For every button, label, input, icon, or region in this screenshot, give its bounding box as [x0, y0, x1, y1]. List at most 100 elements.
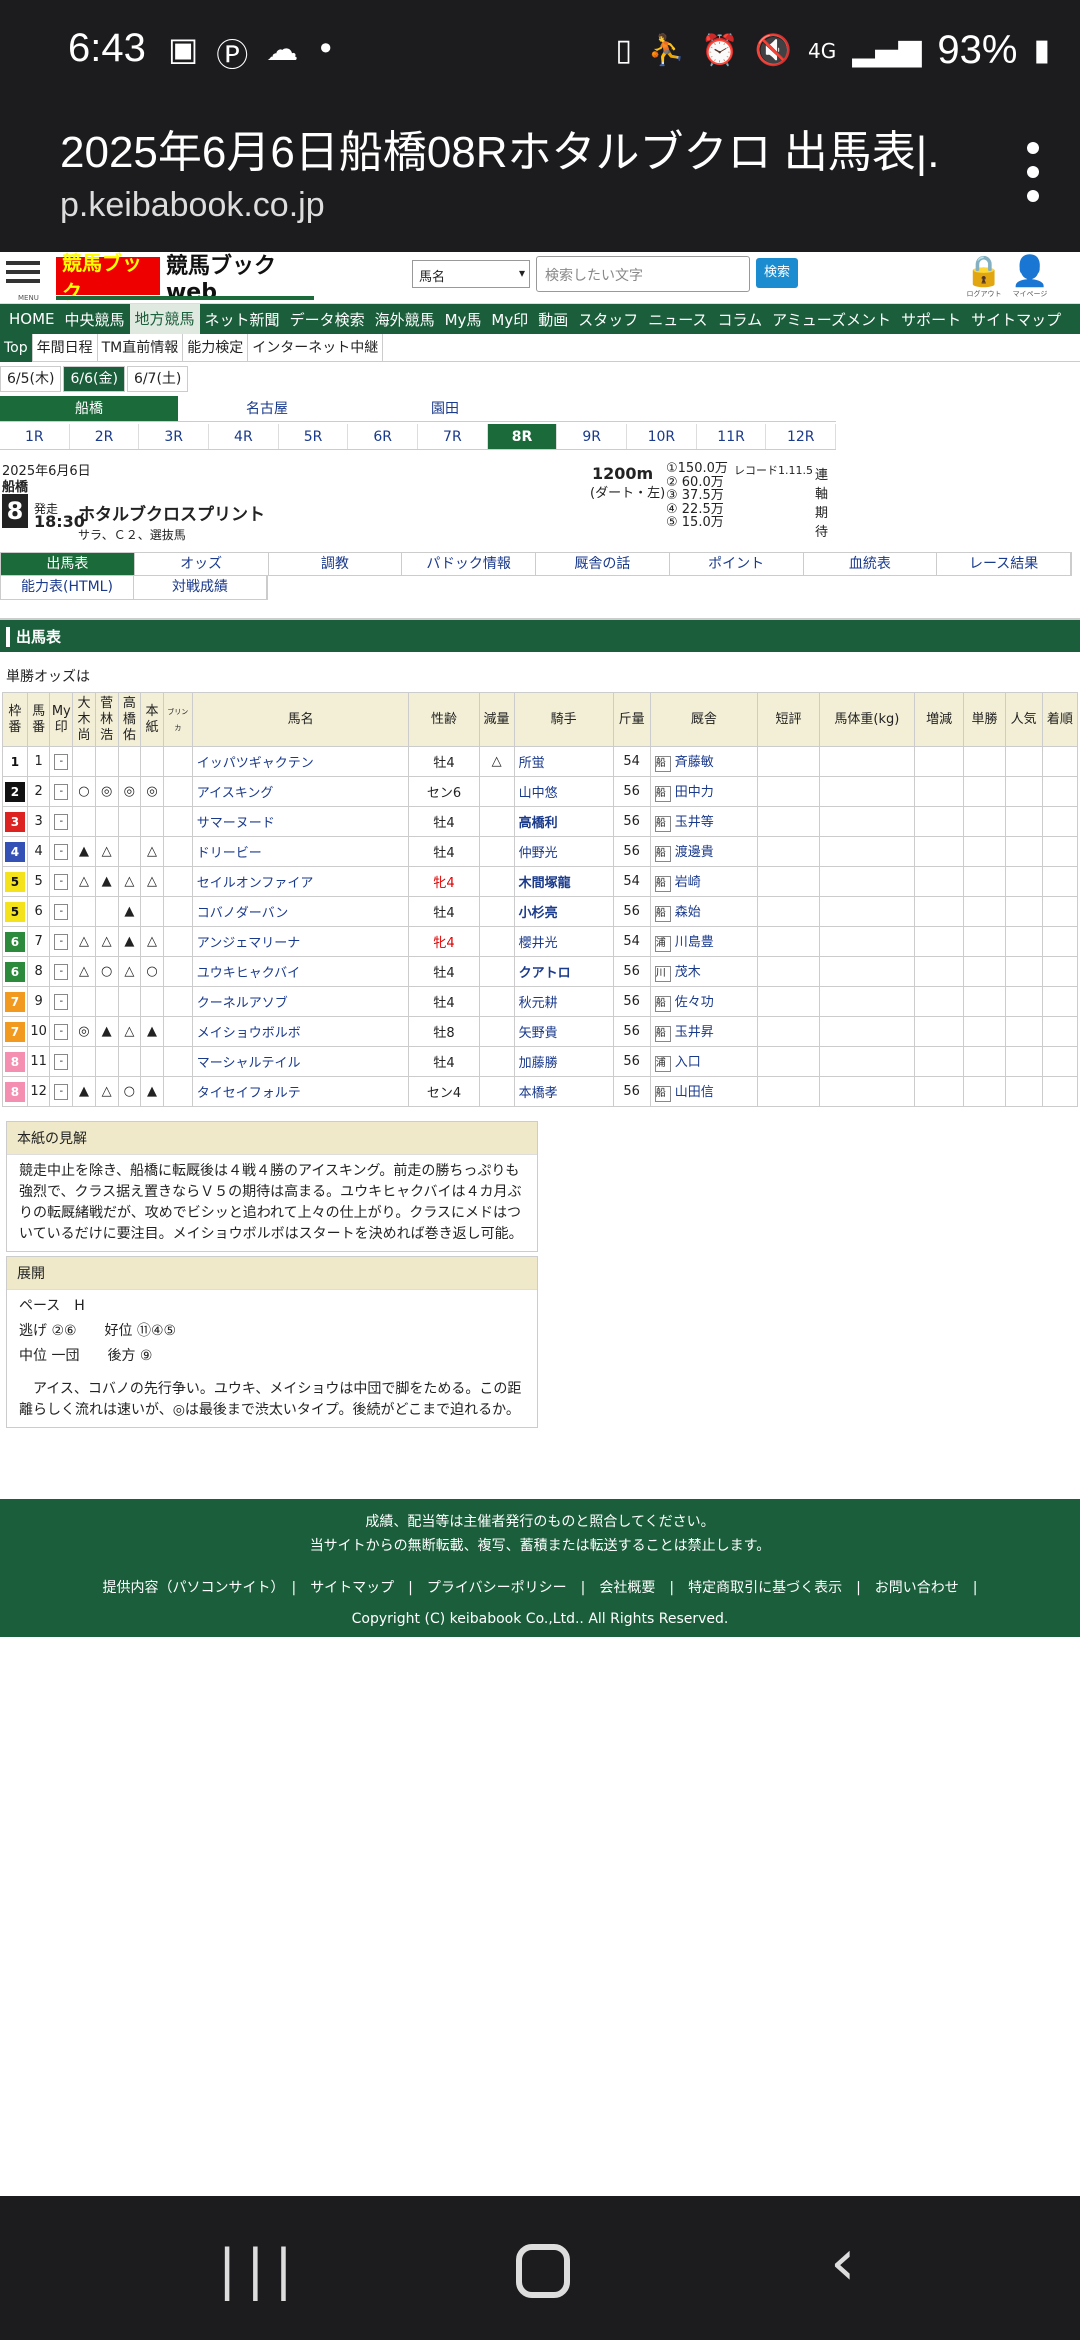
trainer-cell[interactable]: 船玉井等	[649, 806, 759, 837]
my-mark-box[interactable]: -	[54, 1024, 69, 1040]
horse-name[interactable]: コバノダーバン	[191, 896, 410, 927]
hamburger-menu-icon[interactable]: MENU	[6, 256, 40, 302]
trainer-name[interactable]: 森始	[675, 905, 701, 920]
trainer-name[interactable]: 岩崎	[675, 875, 701, 890]
my-mark-cell[interactable]: -	[49, 866, 74, 897]
my-mark-box[interactable]: -	[54, 814, 69, 830]
global-nav-item[interactable]: ニュース	[643, 309, 712, 330]
race-tab[interactable]: 2R	[70, 424, 140, 449]
horse-name[interactable]: ユウキヒャクバイ	[191, 956, 410, 987]
race-tab-link[interactable]: 対戦成績	[134, 576, 267, 599]
trainer-cell[interactable]: 船渡邊貴	[649, 836, 759, 867]
trainer-cell[interactable]: 浦川島豊	[649, 926, 759, 957]
my-mark-cell[interactable]: -	[49, 746, 74, 777]
horse-name[interactable]: イッパツギャクテン	[191, 746, 410, 777]
trainer-name[interactable]: 茂木	[675, 965, 701, 980]
global-nav-item[interactable]: コラム	[713, 309, 768, 330]
search-type-select[interactable]: 馬名	[412, 260, 530, 288]
race-tab[interactable]: 10R	[627, 424, 697, 449]
global-nav-item[interactable]: HOME	[4, 310, 60, 328]
global-nav-item[interactable]: My印	[486, 309, 533, 330]
race-tab[interactable]: 8R	[487, 424, 558, 449]
trainer-cell[interactable]: 船岩崎	[649, 866, 759, 897]
race-tab[interactable]: 11R	[697, 424, 767, 449]
my-mark-box[interactable]: -	[54, 994, 69, 1010]
footer-link[interactable]: お問い合わせ	[875, 1580, 959, 1596]
global-nav-item[interactable]: 中央競馬	[60, 309, 130, 330]
my-mark-box[interactable]: -	[54, 1054, 69, 1070]
sub-nav-item[interactable]: Top	[0, 333, 33, 362]
more-options-icon[interactable]	[1026, 142, 1040, 202]
jockey-name[interactable]: 小杉亮	[513, 896, 614, 927]
my-mark-cell[interactable]: -	[49, 836, 74, 867]
my-mark-cell[interactable]: -	[49, 776, 74, 807]
my-mark-cell[interactable]: -	[49, 1046, 74, 1077]
global-nav-item[interactable]: サイトマップ	[966, 309, 1066, 330]
race-tab[interactable]: 12R	[766, 424, 837, 449]
horse-name[interactable]: セイルオンファイア	[191, 866, 410, 897]
race-tab[interactable]: 3R	[139, 424, 210, 449]
race-tab-link[interactable]: ポイント	[670, 553, 804, 575]
race-tab[interactable]: 6R	[348, 424, 419, 449]
trainer-name[interactable]: 玉井等	[675, 815, 714, 830]
trainer-name[interactable]: 田中力	[675, 785, 714, 800]
my-mark-box[interactable]: -	[54, 1084, 69, 1100]
horse-name[interactable]: クーネルアソブ	[191, 986, 410, 1017]
my-mark-cell[interactable]: -	[49, 926, 74, 957]
site-logo[interactable]: 競馬ブック 競馬ブックweb	[56, 252, 314, 305]
jockey-name[interactable]: 木間塚龍	[513, 866, 614, 897]
horse-name[interactable]: マーシャルテイル	[191, 1046, 410, 1077]
footer-link[interactable]: 提供内容（パソコンサイト）	[102, 1580, 277, 1596]
venue-tab[interactable]: 名古屋	[178, 396, 356, 421]
sub-nav-item[interactable]: 年間日程	[33, 333, 98, 362]
trainer-name[interactable]: 入口	[675, 1055, 701, 1070]
logout-lock-icon[interactable]: 🔒 ログアウト	[964, 254, 1004, 299]
jockey-name[interactable]: 山中悠	[513, 776, 614, 807]
footer-link[interactable]: サイトマップ	[310, 1580, 394, 1596]
global-nav-item[interactable]: ネット新聞	[200, 309, 285, 330]
my-mark-box[interactable]: -	[54, 784, 69, 800]
mypage-user-icon[interactable]: 👤 マイページ	[1010, 254, 1050, 299]
race-tab[interactable]: 7R	[418, 424, 488, 449]
my-mark-box[interactable]: -	[54, 874, 69, 890]
trainer-name[interactable]: 玉井昇	[675, 1025, 714, 1040]
venue-tab[interactable]: 園田	[356, 396, 534, 421]
race-tab[interactable]: 5R	[279, 424, 349, 449]
race-tab[interactable]: 4R	[209, 424, 279, 449]
footer-link[interactable]: 特定商取引に基づく表示	[688, 1580, 842, 1596]
day-tab[interactable]: 6/6(金)	[63, 366, 125, 392]
footer-link[interactable]: 会社概要	[599, 1580, 655, 1596]
trainer-cell[interactable]: 船森始	[649, 896, 759, 927]
my-mark-box[interactable]: -	[54, 904, 69, 920]
horse-name[interactable]: アンジェマリーナ	[191, 926, 410, 957]
horse-name[interactable]: アイスキング	[191, 776, 410, 807]
jockey-name[interactable]: 加藤勝	[513, 1046, 614, 1077]
race-tab-link[interactable]: 厩舎の話	[536, 553, 670, 575]
horse-name[interactable]: タイセイフォルテ	[191, 1076, 410, 1107]
trainer-cell[interactable]: 船田中力	[649, 776, 759, 807]
jockey-name[interactable]: クアトロ	[513, 956, 614, 987]
trainer-name[interactable]: 斉藤敏	[675, 755, 714, 770]
trainer-cell[interactable]: 船斉藤敏	[649, 746, 759, 777]
venue-tab[interactable]: 船橋	[0, 396, 178, 421]
trainer-name[interactable]: 川島豊	[675, 935, 714, 950]
my-mark-box[interactable]: -	[54, 964, 69, 980]
jockey-name[interactable]: 所蛍	[513, 746, 614, 777]
jockey-name[interactable]: 仲野光	[513, 836, 614, 867]
global-nav-item[interactable]: データ検索	[285, 309, 370, 330]
global-nav-item[interactable]: 地方競馬	[129, 304, 200, 334]
race-tab-link[interactable]: 血統表	[804, 553, 938, 575]
jockey-name[interactable]: 秋元耕	[513, 986, 614, 1017]
global-nav-item[interactable]: My馬	[440, 309, 487, 330]
trainer-cell[interactable]: 船玉井昇	[649, 1016, 759, 1047]
search-input[interactable]: 検索したい文字	[536, 256, 750, 292]
trainer-cell[interactable]: 船山田信	[649, 1076, 759, 1107]
my-mark-cell[interactable]: -	[49, 1076, 74, 1107]
my-mark-cell[interactable]: -	[49, 1016, 74, 1047]
trainer-name[interactable]: 山田信	[675, 1085, 714, 1100]
race-tab-link[interactable]: 能力表(HTML)	[1, 576, 134, 599]
race-tab-link[interactable]: 調教	[269, 553, 403, 575]
back-icon[interactable]: ‹	[830, 2226, 856, 2300]
my-mark-box[interactable]: -	[54, 934, 69, 950]
day-tab[interactable]: 6/7(土)	[126, 366, 189, 392]
